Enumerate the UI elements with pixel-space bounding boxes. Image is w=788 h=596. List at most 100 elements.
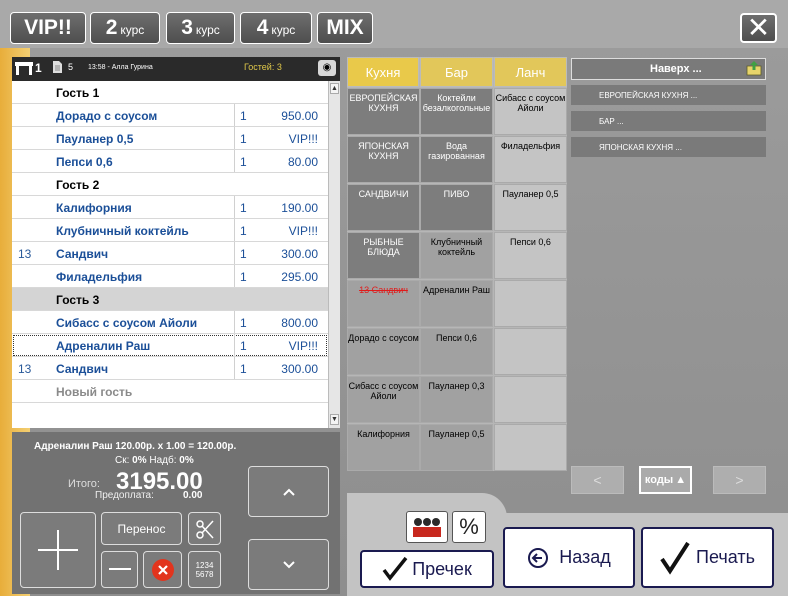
close-button[interactable]: ✕ (740, 13, 777, 43)
order-item-row[interactable]: Филадельфия 1 295.00 (12, 265, 328, 288)
menu-item[interactable]: Дорадо с соусом (347, 328, 420, 375)
order-item-row[interactable]: 13 Сандвич 1 300.00 (12, 242, 328, 265)
course-number: 2 (105, 16, 118, 39)
time-waiter: 13:58 - Алла Гурина (88, 64, 153, 71)
split-button[interactable] (188, 512, 221, 545)
course-label: курс (120, 23, 145, 37)
column-divider (234, 311, 235, 333)
guests-button[interactable] (406, 511, 448, 543)
order-item-row[interactable]: Пепси 0,6 1 80.00 (12, 150, 328, 173)
transfer-button[interactable]: Перенос (101, 512, 182, 545)
order-item-row[interactable]: Клубничный коктейль 1 VIP!!! (12, 219, 328, 242)
menu-item[interactable]: Сибасс с соусом Айоли (494, 88, 567, 135)
menu-item[interactable]: 13 Сандвич (347, 280, 420, 327)
guest-row[interactable]: Гость 3 (12, 288, 328, 311)
discount-button[interactable]: % (452, 511, 486, 543)
order-item-row[interactable]: Сибасс с соусом Айоли 1 800.00 (12, 311, 328, 334)
order-item-row[interactable]: Адреналин Раш 1 VIP!!! (12, 334, 328, 357)
guest-row[interactable]: Гость 2 (12, 173, 328, 196)
menu-item[interactable]: Калифорния (347, 424, 420, 471)
document-icon (52, 60, 63, 76)
menu-empty-cell (494, 280, 567, 327)
menu-item[interactable]: САНДВИЧИ (347, 184, 420, 231)
tab-bar[interactable]: Бар (420, 57, 493, 87)
plus-icon (38, 530, 78, 570)
add-button[interactable] (20, 512, 96, 588)
order-item-row[interactable]: 13 Сандвич 1 300.00 (12, 357, 328, 380)
menu-item[interactable]: ПИВО (420, 184, 493, 231)
mix-button[interactable]: MIX (317, 12, 373, 44)
item-price: 300.00 (281, 362, 318, 376)
item-name: Сандвич (56, 362, 109, 376)
minus-button[interactable] (101, 551, 138, 588)
column-divider (234, 334, 235, 356)
menu-item[interactable]: Вода газированная (420, 136, 493, 183)
menu-item[interactable]: Коктейли безалкогольные (420, 88, 493, 135)
link-label: БАР ... (599, 116, 624, 126)
menu-item[interactable]: Пепси 0,6 (494, 232, 567, 279)
menu-item[interactable]: Клубничный коктейль (420, 232, 493, 279)
next-page-button[interactable]: > (713, 466, 766, 494)
close-icon: ✕ (746, 12, 771, 43)
menu-item[interactable]: ЯПОНСКАЯ КУХНЯ (347, 136, 420, 183)
item-name: Филадельфия (56, 270, 143, 284)
vip-button[interactable]: VIP!! (10, 12, 86, 44)
course-number: 3 (181, 16, 193, 39)
move-down-button[interactable] (248, 539, 329, 590)
precheck-label: Пречек (412, 558, 472, 579)
menu-item[interactable]: Пауланер 0,5 (494, 184, 567, 231)
table-number: 1 (35, 61, 42, 75)
menu-item[interactable]: Пепси 0,6 (420, 328, 493, 375)
triangle-up-icon: ▲ (675, 474, 687, 486)
markup-label: Надб: (149, 455, 177, 466)
course-number: 4 (256, 16, 269, 39)
menu-item[interactable]: РЫБНЫЕ БЛЮДА (347, 232, 420, 279)
item-name: Пепси 0,6 (56, 155, 113, 169)
prev-icon: < (593, 472, 602, 488)
order-item-row[interactable]: Калифорния 1 190.00 (12, 196, 328, 219)
print-button[interactable]: Печать (641, 527, 774, 588)
delete-button[interactable] (143, 551, 182, 588)
menu-item[interactable]: Пауланер 0,5 (420, 424, 493, 471)
prev-page-button[interactable]: < (571, 466, 624, 494)
scroll-down-icon[interactable]: ▼ (330, 414, 339, 425)
guest-row[interactable]: Новый гость (12, 380, 328, 403)
item-price: 80.00 (287, 155, 318, 169)
tab-label: Кухня (365, 64, 401, 80)
up-label: Наверх ... (650, 63, 702, 75)
scroll-up-icon[interactable]: ▲ (330, 83, 339, 94)
tab-kitchen[interactable]: Кухня (347, 57, 419, 87)
selected-item-calc: Адреналин Раш 120.00р. x 1.00 = 120.00р. (34, 441, 237, 452)
menu-item[interactable]: Филадельфия (494, 136, 567, 183)
item-name: Клубничный коктейль (56, 224, 189, 238)
course-2-button[interactable]: 2 курс (90, 12, 160, 44)
up-button[interactable]: Наверх ... (571, 58, 766, 80)
codes-label: коды (644, 474, 674, 486)
guest-row[interactable]: Гость 1 (12, 81, 328, 104)
link-label: ЕВРОПЕЙСКАЯ КУХНЯ ... (599, 90, 698, 100)
eye-icon[interactable]: ◉ (318, 60, 336, 76)
tab-lunch[interactable]: Ланч (494, 57, 567, 87)
codes-button[interactable]: коды ▲ (639, 466, 692, 494)
keypad-button[interactable]: 1234 5678 (188, 551, 221, 588)
item-course: 13 (18, 247, 32, 261)
column-divider (234, 265, 235, 287)
menu-item[interactable]: Адреналин Раш (420, 280, 493, 327)
menu-item[interactable]: Сибасс с соусом Айоли (347, 376, 420, 423)
item-name: Адреналин Раш (56, 339, 151, 353)
column-divider (234, 127, 235, 149)
menu-item[interactable]: Пауланер 0,3 (420, 376, 493, 423)
precheck-button[interactable]: Пречек (360, 550, 494, 588)
link-japanese-kitchen[interactable]: ЯПОНСКАЯ КУХНЯ ... (571, 137, 766, 157)
course-3-button[interactable]: 3 курс (166, 12, 235, 44)
menu-item[interactable]: ЕВРОПЕЙСКАЯ КУХНЯ (347, 88, 420, 135)
link-european-kitchen[interactable]: ЕВРОПЕЙСКАЯ КУХНЯ ... (571, 85, 766, 105)
order-item-row[interactable]: Пауланер 0,5 1 VIP!!! (12, 127, 328, 150)
item-qty: 1 (240, 270, 247, 284)
course-4-button[interactable]: 4 курс (240, 12, 312, 44)
order-item-row[interactable]: Дорадо с соусом 1 950.00 (12, 104, 328, 127)
link-bar[interactable]: БАР ... (571, 111, 766, 131)
order-scrollbar[interactable]: ▲ ▼ (328, 81, 340, 428)
back-button[interactable]: Назад (503, 527, 635, 588)
move-up-button[interactable] (248, 466, 329, 517)
